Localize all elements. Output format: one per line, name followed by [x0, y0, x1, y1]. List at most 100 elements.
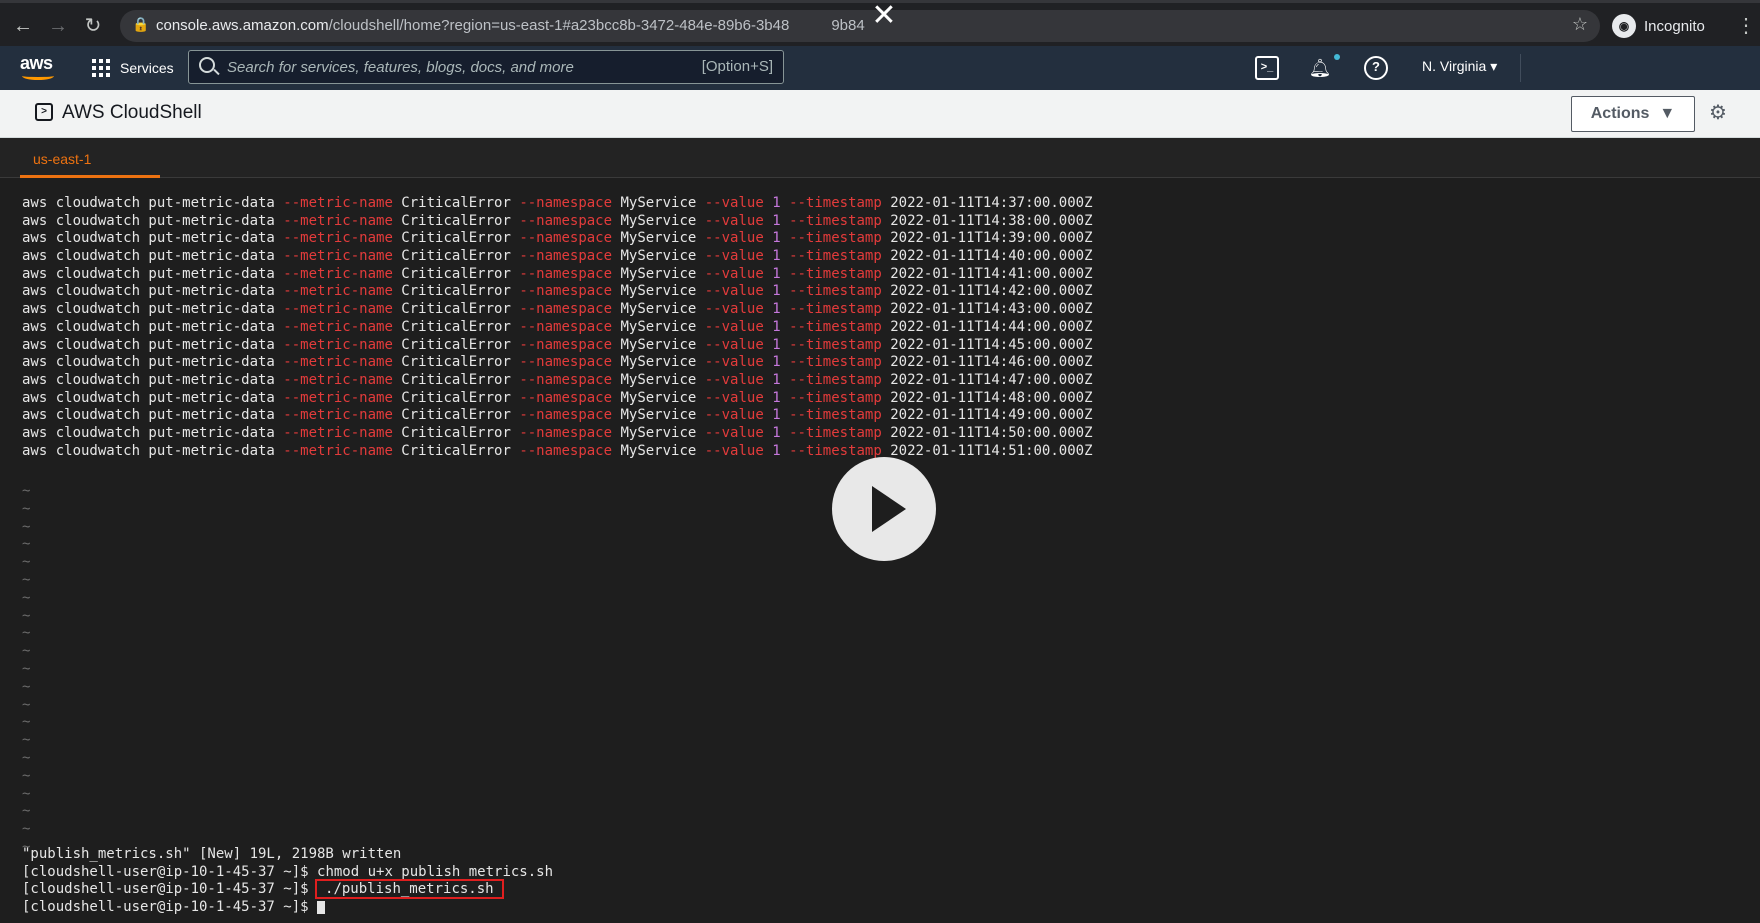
command-token: MyService — [612, 265, 705, 282]
command-token: 2022-01-11T14:40:00.000Z — [881, 248, 1093, 265]
command-token: 1 — [763, 336, 790, 353]
search-box[interactable]: [Option+S] — [188, 50, 784, 84]
vim-tilde: ~ — [22, 660, 31, 677]
bookmark-star-icon[interactable]: ☆ — [1572, 14, 1588, 35]
gear-icon[interactable]: ⚙ — [1708, 103, 1728, 123]
command-token: --metric-name — [283, 283, 393, 300]
command-token: MyService — [612, 407, 705, 424]
reload-icon[interactable]: ↻ — [80, 13, 106, 39]
command-token: --namespace — [519, 354, 613, 371]
command-token: --namespace — [519, 389, 613, 406]
vim-tilde: ~ — [22, 643, 31, 660]
command-token: CriticalError — [392, 354, 520, 371]
divider — [1520, 54, 1521, 82]
command-line: aws cloudwatch put-metric-data --metric-… — [22, 337, 1093, 355]
command-token: 1 — [763, 354, 790, 371]
search-input[interactable] — [227, 51, 627, 83]
command-token: 1 — [763, 407, 790, 424]
command-token: --metric-name — [283, 318, 393, 335]
address-bar[interactable]: 🔒 console.aws.amazon.com/cloudshell/home… — [120, 10, 1600, 42]
command-token: MyService — [612, 212, 705, 229]
command-token: MyService — [612, 354, 705, 371]
command-token: 1 — [763, 371, 790, 388]
incognito-icon: ◉ — [1612, 14, 1636, 38]
tab-us-east-1[interactable]: us-east-1 — [20, 138, 160, 178]
command-line: aws cloudwatch put-metric-data --metric-… — [22, 319, 1093, 337]
vim-tilde: ~ — [22, 821, 31, 838]
vim-tilde: ~ — [22, 554, 31, 571]
command-token: 2022-01-11T14:39:00.000Z — [881, 230, 1093, 247]
command-token: MyService — [612, 283, 705, 300]
command-line: aws cloudwatch put-metric-data --metric-… — [22, 390, 1093, 408]
incognito-profile[interactable]: ◉ Incognito — [1612, 12, 1705, 40]
command-token: 1 — [763, 424, 790, 441]
services-menu-button[interactable]: Services — [92, 56, 174, 80]
command-token: 2022-01-11T14:49:00.000Z — [881, 407, 1093, 424]
command-token: MyService — [612, 301, 705, 318]
vim-tilde: ~ — [22, 500, 31, 517]
vim-tilde: ~ — [22, 625, 31, 642]
command-token: aws cloudwatch put-metric-data — [22, 407, 284, 424]
command-token: MyService — [612, 442, 705, 459]
command-lines: aws cloudwatch put-metric-data --metric-… — [22, 195, 1093, 460]
command-token: --timestamp — [789, 442, 882, 459]
vim-tilde: ~ — [22, 607, 31, 624]
actions-dropdown-button[interactable]: Actions ▼ — [1571, 96, 1695, 132]
command-token: 2022-01-11T14:47:00.000Z — [881, 371, 1093, 388]
command-token: 1 — [763, 248, 790, 265]
command-token: 1 — [763, 230, 790, 247]
url-text[interactable]: console.aws.amazon.com/cloudshell/home?r… — [156, 17, 865, 34]
video-play-button[interactable] — [832, 457, 936, 561]
command-token: 2022-01-11T14:46:00.000Z — [881, 354, 1093, 371]
notifications-bell-icon[interactable]: 🔔︎ — [1308, 56, 1332, 80]
aws-logo[interactable]: aws — [20, 54, 58, 80]
caret-down-icon: ▼ — [1659, 105, 1676, 122]
vim-tilde: ~ — [22, 589, 31, 606]
command-line: aws cloudwatch put-metric-data --metric-… — [22, 195, 1093, 213]
command-token: MyService — [612, 424, 705, 441]
command-token: aws cloudwatch put-metric-data — [22, 371, 284, 388]
command-token: aws cloudwatch put-metric-data — [22, 336, 284, 353]
command-line: aws cloudwatch put-metric-data --metric-… — [22, 301, 1093, 319]
lock-icon: 🔒 — [132, 16, 150, 32]
command-token: --timestamp — [789, 265, 882, 282]
terminal-cursor — [317, 900, 326, 914]
command-token: --timestamp — [789, 301, 882, 318]
region-selector[interactable]: N. Virginia ▾ — [1422, 58, 1497, 75]
command-token: --value — [704, 371, 764, 388]
command-token: MyService — [612, 230, 705, 247]
help-icon[interactable]: ? — [1364, 56, 1388, 80]
command-token: --timestamp — [789, 407, 882, 424]
command-token: --value — [704, 407, 764, 424]
command-token: CriticalError — [392, 195, 520, 211]
command-token: aws cloudwatch put-metric-data — [22, 195, 284, 211]
command-token: aws cloudwatch put-metric-data — [22, 283, 284, 300]
vim-tilde: ~ — [22, 767, 31, 784]
forward-arrow-icon[interactable]: → — [45, 13, 71, 39]
close-overlay-icon[interactable]: ✕ — [870, 1, 898, 31]
vim-tilde: ~ — [22, 536, 31, 553]
command-token: --value — [704, 389, 764, 406]
command-token: 1 — [763, 389, 790, 406]
command-token: aws cloudwatch put-metric-data — [22, 301, 284, 318]
command-token: --namespace — [519, 424, 613, 441]
command-token: 1 — [763, 283, 790, 300]
command-token: --namespace — [519, 318, 613, 335]
command-token: --value — [704, 265, 764, 282]
command-token: 1 — [763, 265, 790, 282]
command-token: MyService — [612, 318, 705, 335]
notification-dot — [1334, 54, 1340, 60]
command-token: MyService — [612, 371, 705, 388]
command-token: --timestamp — [789, 248, 882, 265]
command-line: aws cloudwatch put-metric-data --metric-… — [22, 230, 1093, 248]
command-token: --value — [704, 354, 764, 371]
command-token: --namespace — [519, 283, 613, 300]
browser-menu-icon[interactable]: ⋮ — [1736, 13, 1756, 39]
cloudshell-terminal-icon[interactable]: >_ — [1255, 56, 1279, 80]
command-line: aws cloudwatch put-metric-data --metric-… — [22, 354, 1093, 372]
vim-tilde: ~ — [22, 696, 31, 713]
cloudshell-icon: > — [35, 103, 53, 121]
terminal-output: "publish_metrics.sh" [New] 19L, 2198B wr… — [22, 846, 553, 917]
session-tab-bar: us-east-1 — [0, 138, 1760, 178]
back-arrow-icon[interactable]: ← — [10, 13, 36, 39]
